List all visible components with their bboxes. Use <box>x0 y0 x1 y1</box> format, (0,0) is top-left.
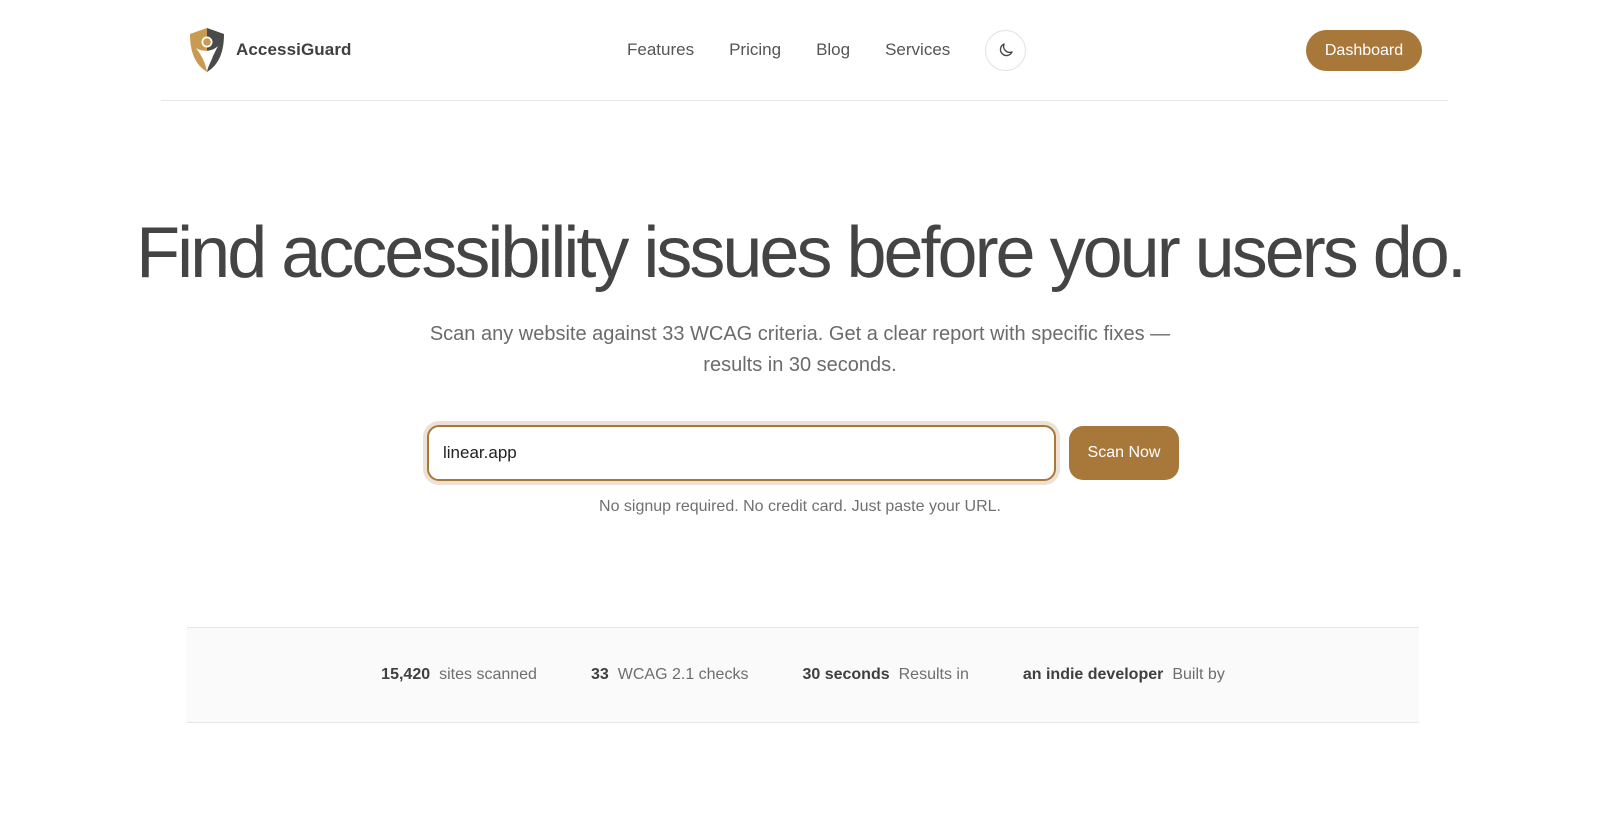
hero-subtitle: Scan any website against 33 WCAG criteri… <box>429 323 1171 376</box>
stat-label: Built by <box>1172 666 1225 683</box>
landing-page: AccessiGuard Features Pricing Blog Servi… <box>0 0 1600 822</box>
stat-built-by: an indie developer Built by <box>1023 666 1225 684</box>
dashboard-button[interactable]: Dashboard <box>1306 30 1422 71</box>
stat-results-time: 30 seconds Results in <box>802 666 968 684</box>
stat-value: an indie developer <box>1022 666 1164 683</box>
scan-now-button[interactable]: Scan Now <box>1069 426 1179 480</box>
stat-label: WCAG 2.1 checks <box>617 666 749 683</box>
form-note: No signup required. No credit card. Just… <box>599 498 1001 515</box>
brand-logo-link[interactable]: AccessiGuard <box>186 26 352 74</box>
brand-name: AccessiGuard <box>236 40 352 59</box>
stat-wcag-checks: 33 WCAG 2.1 checks <box>591 666 749 684</box>
nav-link-features[interactable]: Features <box>627 40 694 60</box>
moon-icon <box>999 43 1013 57</box>
stat-value: 33 <box>590 666 609 683</box>
stats-bar: 15,420 sites scanned 33 WCAG 2.1 checks … <box>187 627 1419 723</box>
stat-sites-scanned: 15,420 sites scanned <box>381 666 537 684</box>
nav-link-blog[interactable]: Blog <box>816 40 850 60</box>
stat-value: 30 seconds <box>802 666 890 683</box>
nav-link-services[interactable]: Services <box>885 40 950 60</box>
theme-toggle-button[interactable] <box>985 29 1027 71</box>
shield-person-icon <box>190 28 224 72</box>
stat-value: 15,420 <box>381 666 431 683</box>
site-header: AccessiGuard Features Pricing Blog Servi… <box>161 0 1448 101</box>
url-input[interactable] <box>427 425 1056 481</box>
main-nav: Features Pricing Blog Services <box>627 29 1027 71</box>
scan-form: Scan Now <box>427 425 1179 481</box>
hero-title: Find accessibility issues before your us… <box>136 213 1467 293</box>
stat-label: sites scanned <box>439 666 537 683</box>
stat-label: Results in <box>898 666 969 683</box>
nav-link-pricing[interactable]: Pricing <box>729 40 781 60</box>
